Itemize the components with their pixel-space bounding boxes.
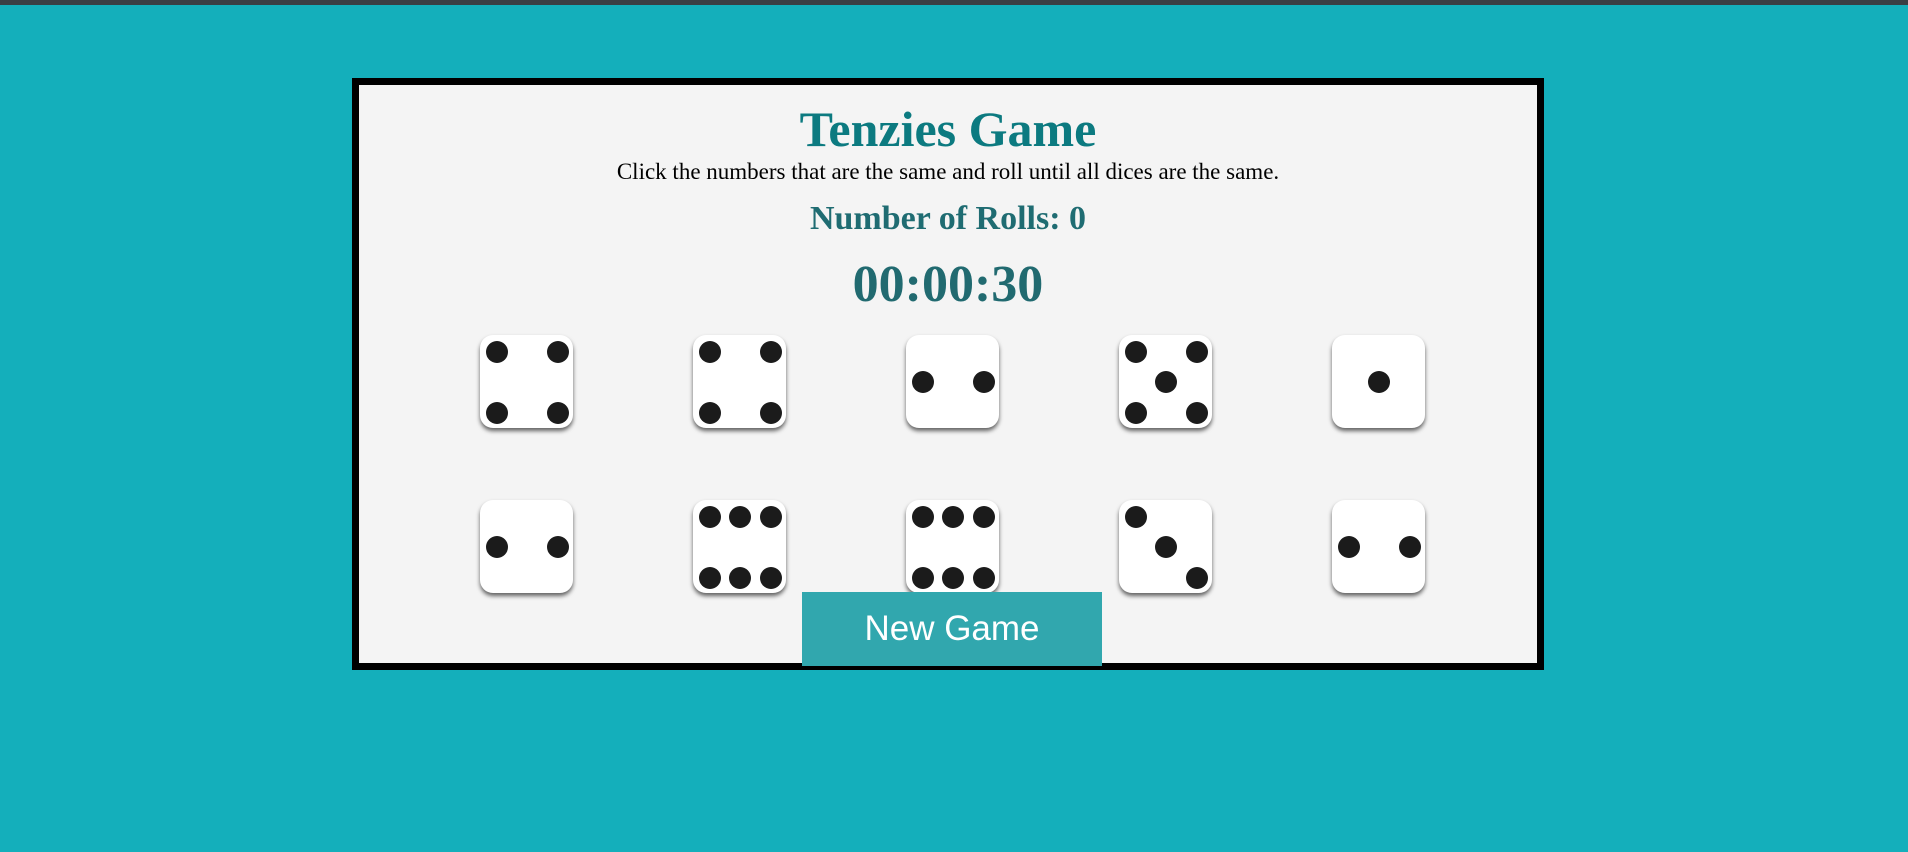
- die[interactable]: [480, 500, 573, 593]
- die-pip: [699, 567, 721, 589]
- die[interactable]: [1332, 335, 1425, 428]
- die-pip: [547, 402, 569, 424]
- dice-grid: [359, 85, 1537, 663]
- top-window-strip: [0, 0, 1908, 5]
- die-pip: [760, 341, 782, 363]
- die[interactable]: [1119, 335, 1212, 428]
- die-pip: [973, 371, 995, 393]
- new-game-button[interactable]: New Game: [802, 592, 1102, 666]
- die-pip: [699, 506, 721, 528]
- die-pip: [486, 402, 508, 424]
- die-pip: [760, 402, 782, 424]
- die[interactable]: [906, 500, 999, 593]
- die-pip: [1186, 402, 1208, 424]
- die-pip: [486, 341, 508, 363]
- die-pip: [729, 506, 751, 528]
- die[interactable]: [693, 335, 786, 428]
- die-pip: [912, 567, 934, 589]
- die-pip: [1186, 567, 1208, 589]
- die-pip: [942, 506, 964, 528]
- die[interactable]: [1332, 500, 1425, 593]
- die-pip: [547, 536, 569, 558]
- die-pip: [1186, 341, 1208, 363]
- die-pip: [942, 567, 964, 589]
- die[interactable]: [906, 335, 999, 428]
- die-pip: [912, 371, 934, 393]
- die[interactable]: [480, 335, 573, 428]
- die-pip: [729, 567, 751, 589]
- die-pip: [973, 506, 995, 528]
- die-pip: [1338, 536, 1360, 558]
- die-pip: [486, 536, 508, 558]
- die-pip: [1399, 536, 1421, 558]
- die-pip: [973, 567, 995, 589]
- die-pip: [1125, 341, 1147, 363]
- die-pip: [1155, 371, 1177, 393]
- die-pip: [699, 402, 721, 424]
- die-pip: [1368, 371, 1390, 393]
- die-pip: [912, 506, 934, 528]
- die-pip: [1125, 402, 1147, 424]
- die-pip: [1155, 536, 1177, 558]
- game-board: Tenzies Game Click the numbers that are …: [352, 78, 1544, 670]
- die-pip: [760, 567, 782, 589]
- die-pip: [760, 506, 782, 528]
- die[interactable]: [1119, 500, 1212, 593]
- die-pip: [699, 341, 721, 363]
- die[interactable]: [693, 500, 786, 593]
- die-pip: [1125, 506, 1147, 528]
- die-pip: [547, 341, 569, 363]
